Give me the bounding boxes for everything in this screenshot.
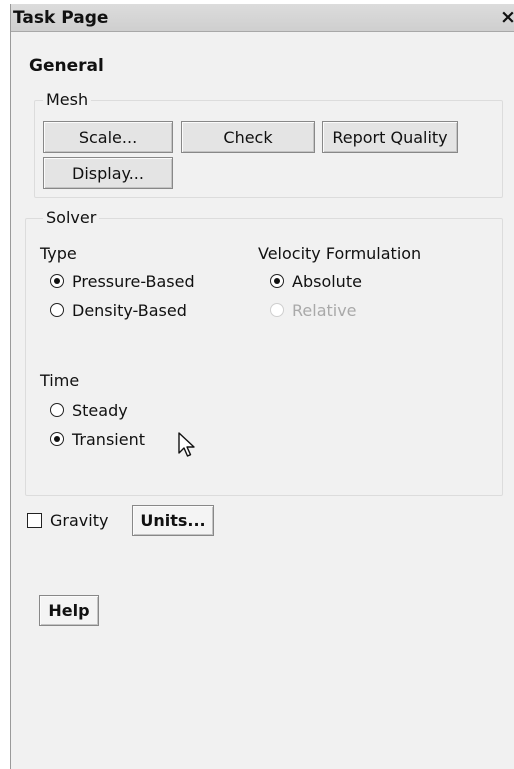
radio-pressure-based[interactable]: Pressure-Based [50, 270, 195, 292]
scale-button[interactable]: Scale... [43, 121, 173, 153]
radio-absolute-label: Absolute [292, 271, 362, 291]
mesh-group: Mesh Scale... Check Report Quality Displ… [34, 90, 503, 198]
radio-transient-indicator[interactable] [50, 432, 64, 446]
close-icon[interactable]: × [500, 6, 514, 28]
mesh-group-label: Mesh [43, 90, 92, 109]
radio-density-based[interactable]: Density-Based [50, 299, 187, 321]
radio-steady-label: Steady [72, 400, 128, 420]
report-quality-button[interactable]: Report Quality [322, 121, 458, 153]
gravity-checkbox-box[interactable] [27, 512, 42, 528]
radio-steady[interactable]: Steady [50, 399, 128, 421]
radio-relative: Relative [270, 299, 357, 321]
task-page-panel: Task Page × General Mesh Scale... Check … [10, 4, 514, 769]
radio-relative-label: Relative [292, 300, 357, 320]
section-title: General [29, 56, 104, 76]
gravity-checkbox-label: Gravity [50, 510, 109, 530]
radio-density-based-indicator[interactable] [50, 303, 64, 317]
units-button[interactable]: Units... [132, 505, 214, 536]
radio-steady-indicator[interactable] [50, 403, 64, 417]
velocity-formulation-label: Velocity Formulation [258, 244, 422, 263]
radio-pressure-based-indicator[interactable] [50, 274, 64, 288]
radio-pressure-based-label: Pressure-Based [72, 271, 195, 291]
radio-density-based-label: Density-Based [72, 300, 187, 320]
radio-absolute-indicator[interactable] [270, 274, 284, 288]
time-label: Time [40, 371, 80, 390]
check-button[interactable]: Check [181, 121, 315, 153]
radio-absolute[interactable]: Absolute [270, 270, 362, 292]
radio-transient-label: Transient [72, 429, 145, 449]
radio-transient[interactable]: Transient [50, 428, 145, 450]
radio-relative-indicator [270, 303, 284, 317]
title-bar: Task Page × [11, 4, 514, 32]
type-label: Type [40, 244, 77, 263]
solver-group: Solver Type Pressure-Based Density-Based… [25, 208, 503, 496]
display-button[interactable]: Display... [43, 157, 173, 189]
mouse-pointer-icon [178, 432, 195, 457]
window-title: Task Page [13, 8, 109, 28]
help-button[interactable]: Help [39, 595, 99, 626]
gravity-checkbox[interactable]: Gravity [27, 509, 108, 531]
solver-group-label: Solver [43, 208, 100, 227]
